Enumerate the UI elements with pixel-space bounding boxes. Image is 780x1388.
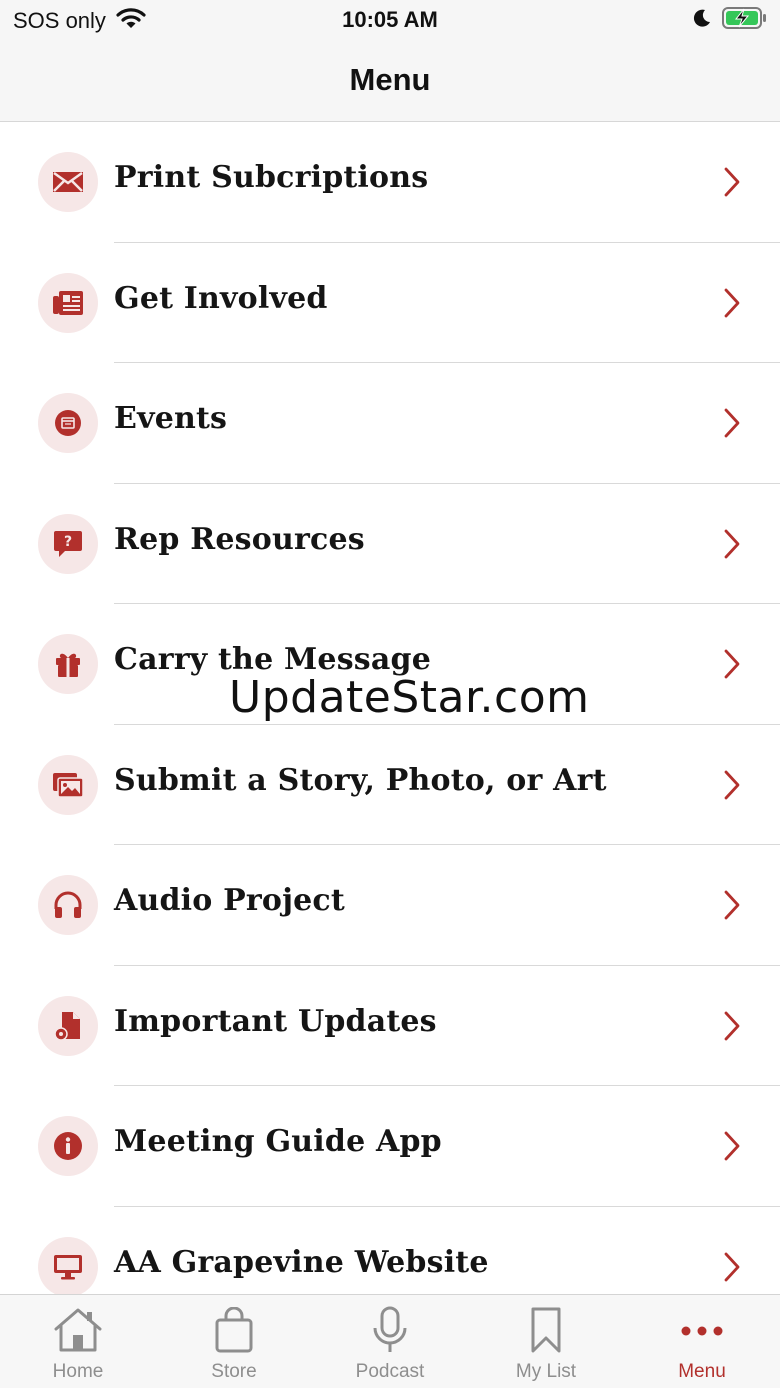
menu-item-label: Rep Resources <box>114 521 365 557</box>
tab-menu[interactable]: Menu <box>624 1295 780 1388</box>
newspaper-icon <box>38 272 98 333</box>
chevron-right-icon <box>722 648 742 685</box>
more-dots-icon <box>680 1305 724 1355</box>
navigation-bar: Menu <box>0 42 780 122</box>
menu-item-label: AA Grapevine Website <box>114 1244 489 1280</box>
menu-item-aa-grapevine-website[interactable]: AA Grapevine Website <box>0 1207 780 1294</box>
chevron-right-icon <box>722 889 742 926</box>
chevron-right-icon <box>722 528 742 565</box>
microphone-icon <box>372 1305 408 1355</box>
shopping-bag-icon <box>214 1305 254 1355</box>
menu-item-label: Get Involved <box>114 280 328 316</box>
file-gear-icon <box>38 995 98 1056</box>
page-title: Menu <box>349 62 431 97</box>
chevron-right-icon <box>722 287 742 324</box>
gift-icon <box>38 634 98 694</box>
tab-label: Menu <box>678 1361 726 1382</box>
menu-item-print-subscriptions[interactable]: Print Subcriptions <box>0 122 780 243</box>
menu-item-audio-project[interactable]: Audio Project <box>0 845 780 966</box>
tab-label: Podcast <box>355 1361 425 1382</box>
tab-label: My List <box>515 1361 577 1382</box>
menu-item-label: Events <box>114 401 228 436</box>
menu-item-submit-a-story[interactable]: Submit a Story, Photo, or Art <box>0 725 780 845</box>
tab-home[interactable]: Home <box>0 1295 156 1388</box>
chevron-right-icon <box>722 1251 742 1288</box>
status-bar: SOS only 10:05 AM <box>0 0 780 42</box>
menu-item-label: Audio Project <box>114 883 345 918</box>
menu-item-label: Submit a Story, Photo, or Art <box>114 762 607 798</box>
menu-item-meeting-guide-app[interactable]: Meeting Guide App <box>0 1086 780 1207</box>
menu-item-get-involved[interactable]: Get Involved <box>0 243 780 363</box>
tab-label: Store <box>211 1361 257 1382</box>
tab-podcast[interactable]: Podcast <box>312 1295 468 1388</box>
chevron-right-icon <box>722 166 742 203</box>
chevron-right-icon <box>722 1130 742 1167</box>
chevron-right-icon <box>722 407 742 444</box>
moon-icon <box>692 8 712 33</box>
headphones-icon <box>38 875 98 935</box>
status-right <box>692 6 768 35</box>
calendar-icon <box>38 393 98 453</box>
menu-item-label: Meeting Guide App <box>114 1124 442 1159</box>
envelope-icon <box>38 152 98 212</box>
bookmark-icon <box>529 1305 563 1355</box>
tab-store[interactable]: Store <box>156 1295 312 1388</box>
menu-item-important-updates[interactable]: Important Updates <box>0 966 780 1086</box>
chevron-right-icon <box>722 1010 742 1047</box>
info-icon <box>38 1116 98 1176</box>
clock: 10:05 AM <box>342 7 438 32</box>
tab-bar: Home Store Podcast My List Menu <box>0 1294 780 1388</box>
chevron-right-icon <box>722 769 742 806</box>
menu-item-events[interactable]: Events <box>0 363 780 484</box>
menu-item-label: Print Subcriptions <box>114 160 429 195</box>
question-bubble-icon: ? <box>38 513 98 574</box>
watermark: UpdateStar.com <box>229 672 590 723</box>
photos-icon <box>38 754 98 815</box>
desktop-icon <box>38 1236 98 1294</box>
tab-label: Home <box>52 1361 104 1382</box>
menu-item-label: Important Updates <box>114 1003 437 1039</box>
battery-charging-icon <box>722 6 768 35</box>
home-icon <box>52 1305 104 1355</box>
tab-my-list[interactable]: My List <box>468 1295 624 1388</box>
svg-text:?: ? <box>64 534 72 550</box>
menu-item-rep-resources[interactable]: ? Rep Resources <box>0 484 780 604</box>
